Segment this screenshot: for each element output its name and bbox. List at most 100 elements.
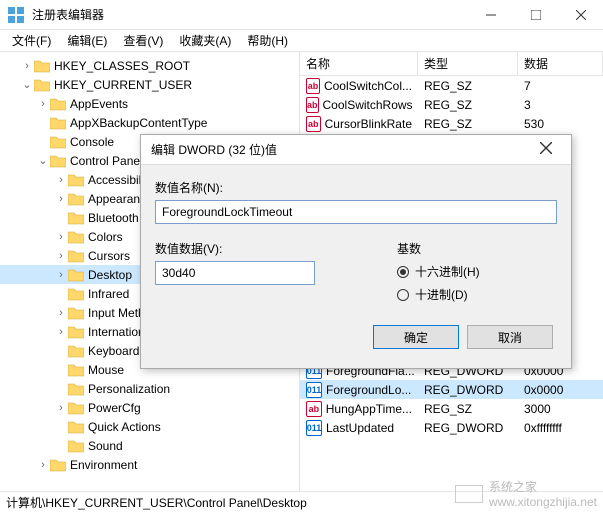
chevron-right-icon[interactable]: › <box>54 174 68 186</box>
list-row[interactable]: 011LastUpdatedREG_DWORD0xffffffff <box>300 418 603 437</box>
menu-file[interactable]: 文件(F) <box>4 30 59 51</box>
app-icon <box>8 7 24 23</box>
minimize-button[interactable] <box>468 0 513 30</box>
list-row[interactable]: abHungAppTime...REG_SZ3000 <box>300 399 603 418</box>
folder-icon <box>50 135 66 149</box>
watermark: 系统之家 www.xitongzhijia.net <box>455 478 597 509</box>
chevron-right-icon[interactable]: › <box>54 231 68 243</box>
menu-view[interactable]: 查看(V) <box>115 30 171 51</box>
dialog-title: 编辑 DWORD (32 位)值 <box>151 141 531 158</box>
menu-help[interactable]: 帮助(H) <box>239 30 296 51</box>
chevron-right-icon[interactable]: › <box>36 459 50 471</box>
tree-item[interactable]: AppXBackupContentType <box>0 113 299 132</box>
chevron-right-icon[interactable]: › <box>54 250 68 262</box>
tree-item-label: Cursors <box>88 249 130 263</box>
tree-item-label: Sound <box>88 439 123 453</box>
tree-item[interactable]: ›Environment <box>0 455 299 474</box>
value-data-label: 数值数据(V): <box>155 240 377 257</box>
value-type: REG_DWORD <box>418 383 518 397</box>
value-type: REG_SZ <box>418 98 518 112</box>
watermark-text: 系统之家 <box>489 480 537 494</box>
folder-icon <box>68 287 84 301</box>
dialog-close-button[interactable] <box>531 142 561 157</box>
value-data: 0xffffffff <box>518 421 603 435</box>
folder-icon <box>68 268 84 282</box>
tree-item-label: Control Panel <box>70 154 143 168</box>
menu-bar: 文件(F) 编辑(E) 查看(V) 收藏夹(A) 帮助(H) <box>0 30 603 52</box>
chevron-down-icon[interactable]: ⌄ <box>36 154 50 167</box>
watermark-icon <box>455 485 483 503</box>
tree-item[interactable]: › PowerCfg <box>0 398 299 417</box>
tree-item-label: AppXBackupContentType <box>70 116 207 130</box>
tree-item-label: PowerCfg <box>88 401 141 415</box>
folder-icon <box>68 211 84 225</box>
list-row[interactable]: 011ForegroundLo...REG_DWORD0x0000 <box>300 380 603 399</box>
tree-item[interactable]: Quick Actions <box>0 417 299 436</box>
tree-item[interactable]: › HKEY_CLASSES_ROOT <box>0 56 299 75</box>
folder-icon <box>50 97 66 111</box>
value-name: LastUpdated <box>326 421 394 435</box>
maximize-button[interactable] <box>513 0 558 30</box>
radio-icon <box>397 266 409 278</box>
tree-item-label: Infrared <box>88 287 129 301</box>
radix-hex-radio[interactable]: 十六进制(H) <box>397 263 557 280</box>
tree-item-label: Mouse <box>88 363 124 377</box>
tree-item[interactable]: ⌄HKEY_CURRENT_USER <box>0 75 299 94</box>
value-data-input[interactable] <box>155 261 315 285</box>
folder-icon <box>68 306 84 320</box>
folder-icon <box>68 401 84 415</box>
watermark-url: www.xitongzhijia.net <box>489 495 597 509</box>
folder-icon <box>68 382 84 396</box>
close-button[interactable] <box>558 0 603 30</box>
ok-button[interactable]: 确定 <box>373 325 459 349</box>
tree-item-label: AppEvents <box>70 97 128 111</box>
string-value-icon: ab <box>306 401 322 417</box>
radix-dec-label: 十进制(D) <box>415 286 468 303</box>
radix-hex-label: 十六进制(H) <box>415 263 480 280</box>
list-row[interactable]: abCoolSwitchRowsREG_SZ3 <box>300 95 603 114</box>
string-value-icon: ab <box>306 78 320 94</box>
tree-item-label: HKEY_CLASSES_ROOT <box>54 59 190 73</box>
string-value-icon: ab <box>306 116 321 132</box>
chevron-down-icon[interactable]: ⌄ <box>20 78 34 91</box>
folder-icon <box>68 249 84 263</box>
edit-dword-dialog: 编辑 DWORD (32 位)值 数值名称(N): 数值数据(V): 基数 十六… <box>140 134 572 369</box>
folder-icon <box>68 439 84 453</box>
tree-item[interactable]: › AppEvents <box>0 94 299 113</box>
value-name: ForegroundLo... <box>326 383 411 397</box>
folder-icon <box>68 230 84 244</box>
value-name-input[interactable] <box>155 200 557 224</box>
chevron-right-icon[interactable]: › <box>54 326 68 338</box>
chevron-right-icon[interactable]: › <box>54 307 68 319</box>
folder-icon <box>68 344 84 358</box>
window-title: 注册表编辑器 <box>32 6 468 23</box>
chevron-right-icon[interactable]: › <box>20 60 34 72</box>
binary-value-icon: 011 <box>306 382 322 398</box>
value-type: REG_SZ <box>418 79 518 93</box>
col-header-data[interactable]: 数据 <box>518 52 603 75</box>
tree-item-label: Console <box>70 135 114 149</box>
list-row[interactable]: abCoolSwitchCol...REG_SZ7 <box>300 76 603 95</box>
cancel-button[interactable]: 取消 <box>467 325 553 349</box>
folder-icon <box>50 116 66 130</box>
tree-item[interactable]: Sound <box>0 436 299 455</box>
tree-item-label: Quick Actions <box>88 420 161 434</box>
menu-edit[interactable]: 编辑(E) <box>59 30 115 51</box>
tree-item-label: Bluetooth <box>88 211 139 225</box>
col-header-type[interactable]: 类型 <box>418 52 518 75</box>
value-type: REG_SZ <box>418 117 518 131</box>
list-row[interactable]: abCursorBlinkRateREG_SZ530 <box>300 114 603 133</box>
value-name: CursorBlinkRate <box>325 117 412 131</box>
folder-icon <box>50 154 66 168</box>
title-bar: 注册表编辑器 <box>0 0 603 30</box>
radio-icon <box>397 289 409 301</box>
menu-favorites[interactable]: 收藏夹(A) <box>171 30 239 51</box>
chevron-right-icon[interactable]: › <box>54 269 68 281</box>
tree-item-label: Personalization <box>88 382 170 396</box>
chevron-right-icon[interactable]: › <box>54 193 68 205</box>
radix-dec-radio[interactable]: 十进制(D) <box>397 286 557 303</box>
tree-item[interactable]: Personalization <box>0 379 299 398</box>
chevron-right-icon[interactable]: › <box>54 402 68 414</box>
col-header-name[interactable]: 名称 <box>300 52 418 75</box>
chevron-right-icon[interactable]: › <box>36 98 50 110</box>
